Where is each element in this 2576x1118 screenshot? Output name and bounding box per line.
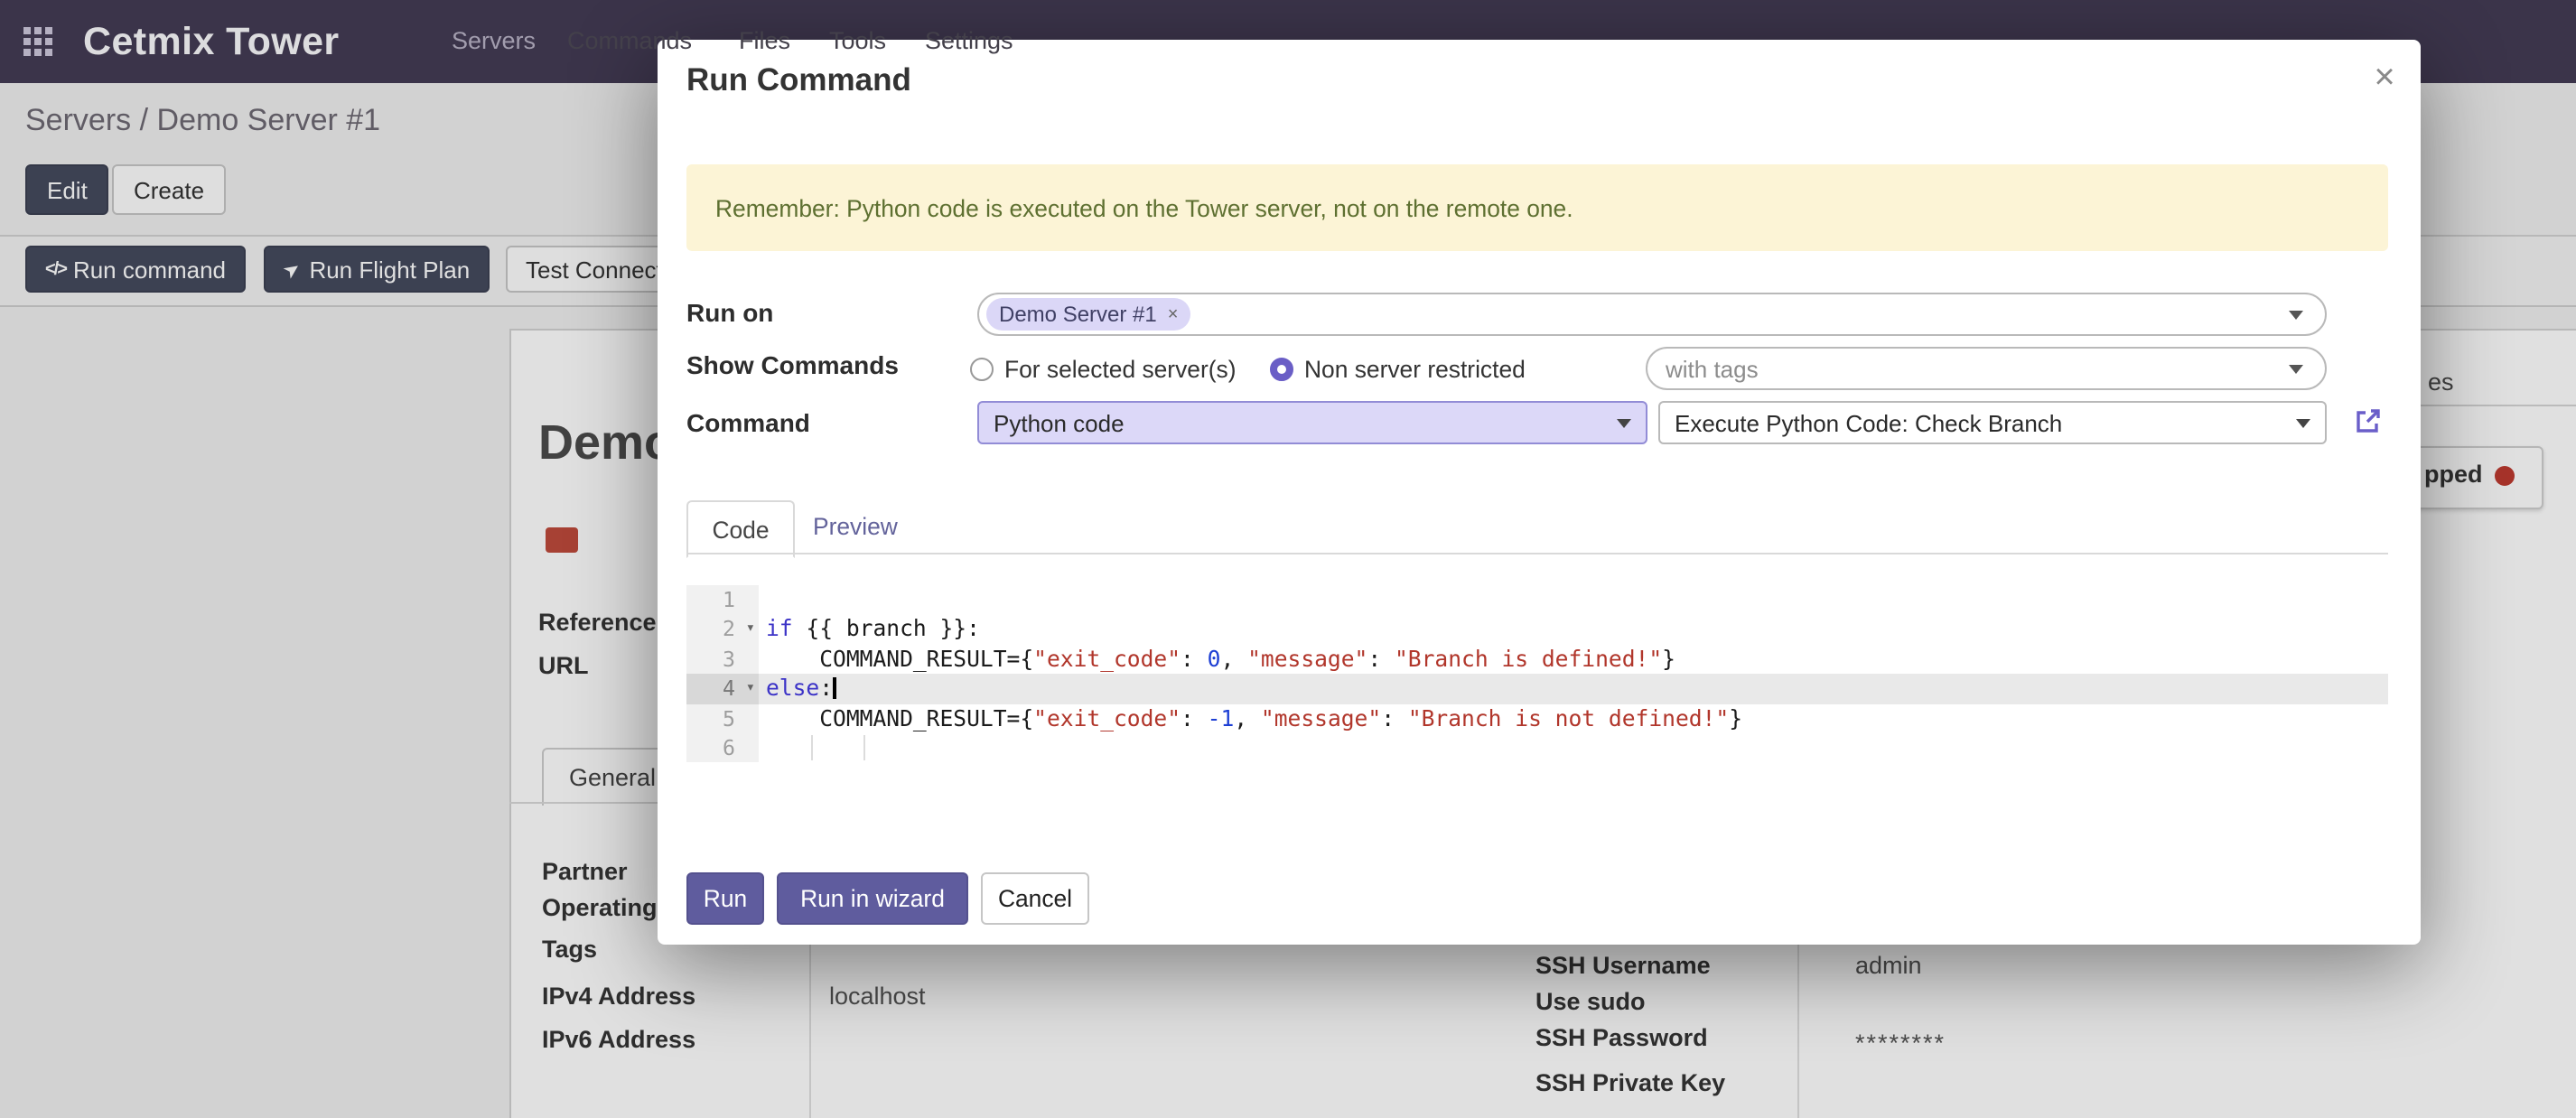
code-text[interactable]: else:	[759, 674, 2388, 703]
command-type-value: Python code	[994, 409, 1125, 436]
nav-item-commands[interactable]: Commands	[567, 0, 692, 83]
code-editor[interactable]: 12▾if {{ branch }}:3 COMMAND_RESULT={"ex…	[686, 585, 2388, 763]
code-text[interactable]: COMMAND_RESULT={"exit_code": -1, "messag…	[759, 703, 2388, 733]
fold-caret-icon[interactable]: ▾	[746, 615, 755, 645]
run-on-label: Run on	[686, 298, 773, 327]
command-select[interactable]: Execute Python Code: Check Branch	[1658, 401, 2327, 444]
command-type-select[interactable]: Python code	[977, 401, 1647, 444]
server-tag-label: Demo Server #1	[999, 302, 1157, 327]
code-text[interactable]	[759, 585, 2388, 615]
gutter-line-number: 1	[686, 585, 759, 615]
chevron-down-icon	[2289, 365, 2303, 374]
indent-guide	[863, 735, 865, 760]
text-cursor	[833, 676, 835, 699]
nav-item-files[interactable]: Files	[739, 0, 790, 83]
code-line-6[interactable]: 6	[686, 733, 2388, 763]
gutter-line-number: 3	[686, 645, 759, 675]
nav-item-tools[interactable]: Tools	[829, 0, 886, 83]
server-tag-chip[interactable]: Demo Server #1 ×	[986, 298, 1190, 331]
code-line-5[interactable]: 5 COMMAND_RESULT={"exit_code": -1, "mess…	[686, 703, 2388, 733]
code-text[interactable]: if {{ branch }}:	[759, 615, 2388, 645]
show-commands-label: Show Commands	[686, 350, 899, 379]
code-line-2[interactable]: 2▾if {{ branch }}:	[686, 615, 2388, 645]
tag-remove-icon[interactable]: ×	[1168, 304, 1179, 324]
external-link-icon[interactable]	[2354, 406, 2383, 435]
command-value: Execute Python Code: Check Branch	[1675, 409, 2062, 436]
chevron-down-icon	[1617, 419, 1631, 428]
gutter-line-number: 5	[686, 703, 759, 733]
nav-item-settings[interactable]: Settings	[925, 0, 1013, 83]
code-line-4[interactable]: 4▾else:	[686, 674, 2388, 703]
gutter-line-number: 2▾	[686, 615, 759, 645]
cancel-button[interactable]: Cancel	[981, 872, 1089, 925]
screen: Cetmix Tower Servers Servers / Demo Serv…	[0, 0, 2576, 1118]
alert-warning: Remember: Python code is executed on the…	[686, 164, 2388, 251]
code-text[interactable]	[759, 733, 2388, 763]
gutter-line-number: 4▾	[686, 674, 759, 703]
alert-text: Remember: Python code is executed on the…	[715, 194, 1573, 221]
run-button[interactable]: Run	[686, 872, 764, 925]
run-on-tags-field[interactable]: Demo Server #1 ×	[977, 293, 2327, 336]
radio-for-selected-servers-label[interactable]: For selected server(s)	[1004, 356, 1237, 383]
code-line-3[interactable]: 3 COMMAND_RESULT={"exit_code": 0, "messa…	[686, 645, 2388, 675]
close-icon[interactable]: ×	[2363, 56, 2406, 99]
run-command-modal: Run Command × Remember: Python code is e…	[658, 40, 2421, 945]
tabs-border	[686, 553, 2388, 554]
with-tags-select[interactable]: with tags	[1646, 347, 2327, 390]
radio-for-selected-servers[interactable]	[970, 358, 994, 381]
chevron-down-icon	[2296, 419, 2310, 428]
gutter-line-number: 6	[686, 733, 759, 763]
code-line-1[interactable]: 1	[686, 585, 2388, 615]
radio-non-server-restricted[interactable]	[1270, 358, 1293, 381]
indent-guide	[811, 735, 813, 760]
tab-code[interactable]: Code	[686, 500, 795, 558]
radio-non-server-restricted-label[interactable]: Non server restricted	[1304, 356, 1526, 383]
fold-caret-icon[interactable]: ▾	[746, 674, 755, 703]
command-label: Command	[686, 408, 810, 437]
tab-preview[interactable]: Preview	[813, 513, 898, 540]
chevron-down-icon	[2289, 311, 2303, 320]
code-text[interactable]: COMMAND_RESULT={"exit_code": 0, "message…	[759, 645, 2388, 675]
run-in-wizard-button[interactable]: Run in wizard	[777, 872, 968, 925]
with-tags-placeholder: with tags	[1666, 355, 1759, 382]
